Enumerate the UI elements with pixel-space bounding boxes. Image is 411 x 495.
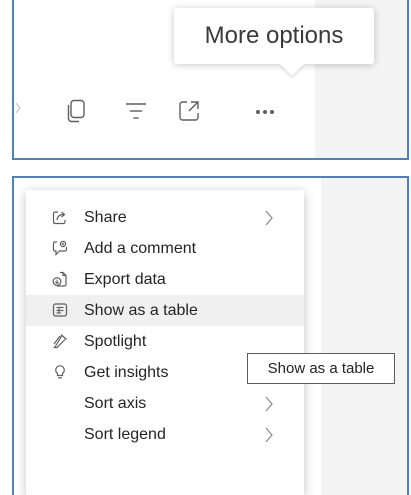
menu-item-show-as-table[interactable]: Show as a table <box>26 295 304 326</box>
menu-item-label: Export data <box>84 271 166 288</box>
chevron-right-icon <box>265 210 273 226</box>
chevron-right-icon <box>265 396 273 412</box>
lightbulb-icon <box>55 365 65 379</box>
menu-item-share[interactable]: Share <box>26 202 304 233</box>
menu-item-sort-legend[interactable]: Sort legend <box>26 419 304 450</box>
tooltip-arrow <box>280 64 304 76</box>
menu-item-label: Get insights <box>84 364 169 381</box>
menu-item-label: Sort legend <box>84 426 166 443</box>
tooltip-text: Show as a table <box>267 360 375 377</box>
menu-item-label: Add a comment <box>84 240 197 257</box>
export-icon <box>52 271 67 287</box>
chevron-right-icon <box>265 427 273 443</box>
copy-icon[interactable] <box>66 99 86 123</box>
menu-item-export-data[interactable]: Export data <box>26 264 304 295</box>
menu-item-label: Share <box>84 209 127 226</box>
canvas-background <box>321 178 407 495</box>
menu-item-label: Show as a table <box>84 302 198 319</box>
share-icon <box>52 211 66 225</box>
filter-icon[interactable] <box>125 102 147 120</box>
show-as-table-tooltip: Show as a table <box>247 353 395 384</box>
visual-header-panel: More options <box>12 0 409 160</box>
table-icon <box>52 303 68 317</box>
arrow-right-icon[interactable] <box>15 102 21 114</box>
tooltip-text: More options <box>204 22 344 49</box>
menu-item-sort-axis[interactable]: Sort axis <box>26 388 304 419</box>
comment-icon <box>52 240 68 256</box>
menu-item-label: Spotlight <box>84 333 147 350</box>
more-options-tooltip: More options <box>174 8 374 64</box>
spotlight-icon <box>53 334 67 349</box>
context-menu: Share Add a comment Export data Show as … <box>26 190 304 495</box>
context-menu-panel: Share Add a comment Export data Show as … <box>12 176 409 495</box>
more-options-icon[interactable] <box>255 109 275 115</box>
menu-item-label: Sort axis <box>84 395 147 412</box>
menu-item-add-comment[interactable]: Add a comment <box>26 233 304 264</box>
focus-mode-icon[interactable] <box>178 100 200 122</box>
